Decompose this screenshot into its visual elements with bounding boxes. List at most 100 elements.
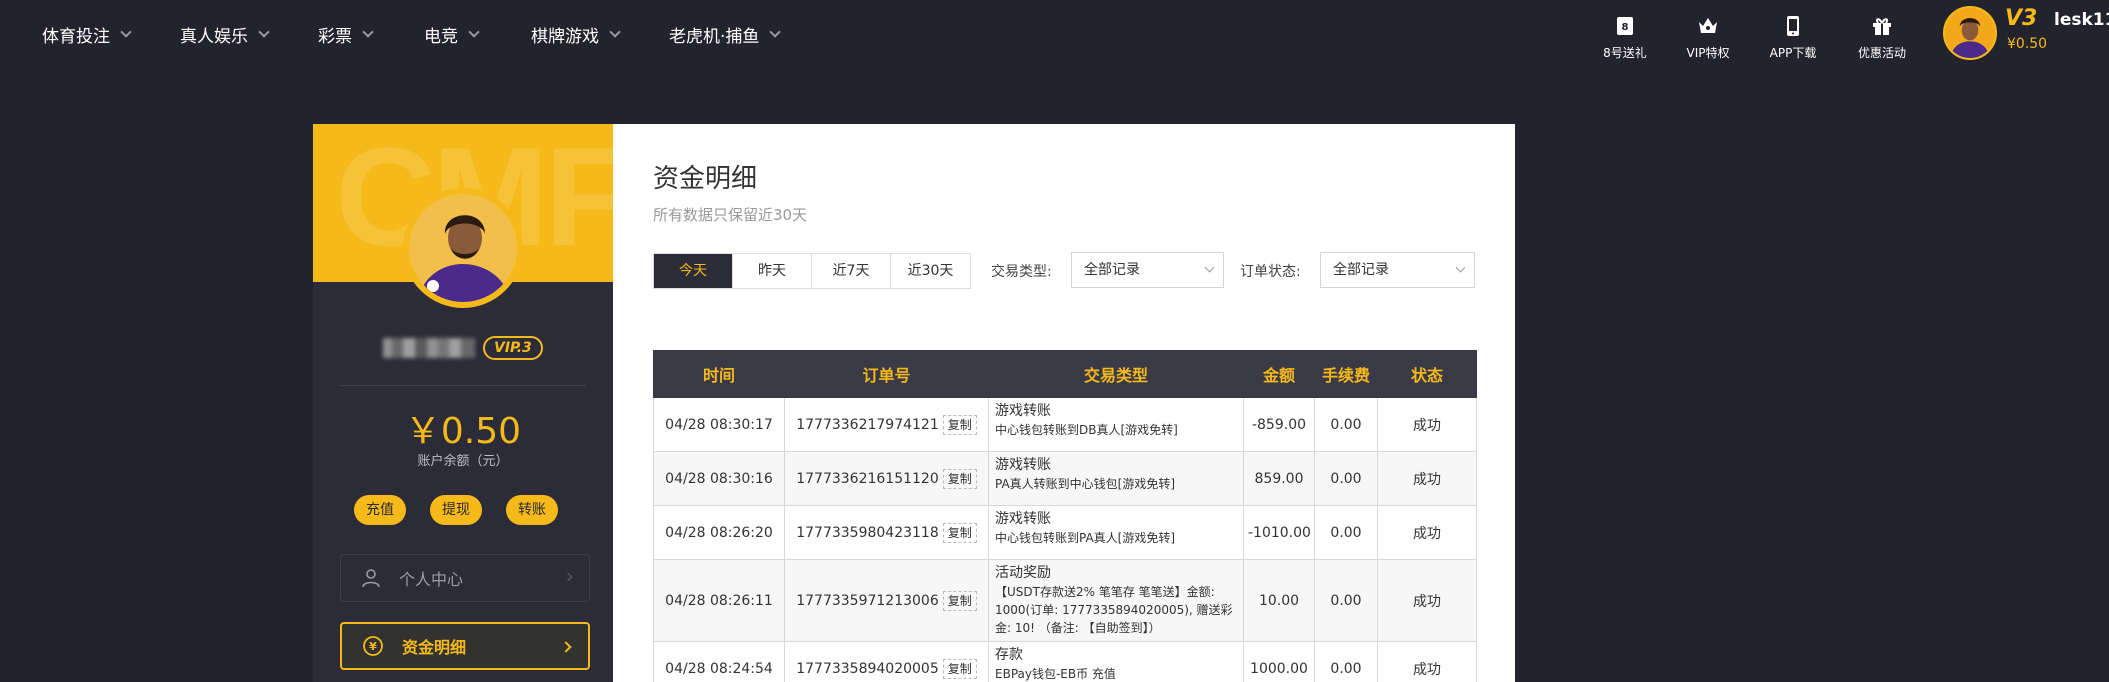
chevron-right-icon [560,641,572,653]
transaction-type-select[interactable]: 全部记录 [1071,252,1224,288]
cell-fee: 0.00 [1314,505,1378,560]
order-number: 1777336217974121 [796,416,939,433]
header-username[interactable]: lesk11 [2054,10,2109,30]
util-vip[interactable]: VIP特权 [1663,14,1753,61]
cell-time: 04/28 08:30:16 [653,451,785,506]
table-row: 04/28 08:26:11 1777335971213006 复制 活动奖励 【U… [653,559,1477,642]
nav-label: 老虎机·捕鱼 [669,27,760,47]
tab-today[interactable]: 今天 [654,254,733,288]
menu-label: 个人中心 [399,570,464,589]
svg-text:¥: ¥ [369,640,377,653]
status-badge: 成功 [1377,559,1477,642]
transfer-button[interactable]: 转账 [506,495,558,525]
nav-esports[interactable]: 电竞 [424,22,480,47]
copy-button[interactable]: 复制 [942,468,977,489]
copy-button[interactable]: 复制 [942,414,977,435]
tab-last-7-days[interactable]: 近7天 [812,254,891,288]
deposit-button[interactable]: 充值 [354,495,406,525]
util-gift-8[interactable]: 8 8号送礼 [1580,14,1670,61]
nav-label: 真人娱乐 [180,27,248,47]
column-header: 金额 [1243,350,1315,398]
nav-slots-fishing[interactable]: 老虎机·捕鱼 [669,22,782,47]
type-detail: 【USDT存款送2% 笔笔存 笔笔送】金额: 1000(订单: 17773358… [995,585,1233,635]
tab-last-30-days[interactable]: 近30天 [891,254,970,288]
transaction-type-label: 交易类型: [991,264,1052,280]
column-header: 手续费 [1314,350,1378,398]
copy-button[interactable]: 复制 [942,590,977,611]
nav-live-casino[interactable]: 真人娱乐 [180,22,270,47]
order-status-label: 订单状态: [1240,264,1301,280]
nav-card-games[interactable]: 棋牌游戏 [531,22,621,47]
table-row: 04/28 08:26:20 1777335980423118 复制 游戏转账 中心… [653,505,1477,560]
cell-fee: 0.00 [1314,641,1378,682]
chevron-down-icon [1204,262,1215,273]
blurred-username [383,338,475,358]
type-name: 游戏转账 [995,403,1051,419]
util-label: APP下载 [1769,46,1817,60]
cell-fee: 0.00 [1314,559,1378,642]
account-balance: ￥0.50 [404,411,522,452]
nav-label: 棋牌游戏 [531,27,599,47]
type-name: 游戏转账 [995,457,1051,473]
cell-amount: 1000.00 [1243,641,1315,682]
order-number: 1777335894020005 [796,660,939,677]
util-label: VIP特权 [1686,46,1730,60]
chevron-down-icon [120,26,132,38]
date-range-tabs: 今天 昨天 近7天 近30天 [653,253,971,289]
chevron-down-icon [362,26,374,38]
column-header: 订单号 [784,350,989,398]
menu-label: 资金明细 [402,638,467,657]
crown-icon [1699,18,1717,33]
util-label: 优惠活动 [1857,46,1906,60]
header-balance: ¥0.50 [2007,36,2048,52]
order-status-select[interactable]: 全部记录 [1320,252,1475,288]
page-subtitle: 所有数据只保留近30天 [653,206,808,224]
table-row: 04/28 08:24:54 1777335894020005 复制 存款 EBPa… [653,641,1477,682]
menu-personal-center[interactable]: 个人中心 [340,554,590,602]
cell-order: 1777335980423118 复制 [784,505,989,560]
withdraw-button[interactable]: 提现 [430,495,482,525]
coin-icon: ¥ [363,636,383,656]
cell-fee: 0.00 [1314,397,1378,452]
order-number: 1777336216151120 [796,470,939,487]
chevron-down-icon [1455,262,1466,273]
column-header: 时间 [653,350,785,398]
copy-button[interactable]: 复制 [942,522,977,543]
order-number: 1777335980423118 [796,524,939,541]
type-detail: EBPay钱包-EB币 充值 [995,667,1116,681]
top-navigation: 体育投注 真人娱乐 彩票 电竞 棋牌游戏 老虎机·捕鱼 8 8号送礼 VIP特权… [0,0,2109,70]
status-badge: 成功 [1377,451,1477,506]
gift-icon [1873,18,1891,35]
nav-sports[interactable]: 体育投注 [42,22,132,47]
nav-lottery[interactable]: 彩票 [318,22,374,47]
copy-button[interactable]: 复制 [942,658,977,679]
table-row: 04/28 08:30:16 1777336216151120 复制 游戏转账 PA… [653,451,1477,506]
cell-time: 04/28 08:26:11 [653,559,785,642]
cell-time: 04/28 08:24:54 [653,641,785,682]
cell-amount: -1010.00 [1243,505,1315,560]
player-avatar-icon [409,194,517,302]
util-app-download[interactable]: APP下载 [1748,14,1838,61]
chevron-down-icon [769,26,782,38]
user-icon [362,569,380,588]
type-detail: 中心钱包转账到PA真人[游戏免转] [995,531,1176,545]
tab-yesterday[interactable]: 昨天 [733,254,812,288]
util-promotions[interactable]: 优惠活动 [1837,14,1927,61]
menu-fund-details[interactable]: ¥ 资金明细 [340,622,590,670]
avatar[interactable] [1943,6,1997,60]
util-label: 8号送礼 [1603,46,1647,60]
type-name: 活动奖励 [995,565,1051,581]
chevron-down-icon [468,26,480,38]
cell-amount: 10.00 [1243,559,1315,642]
cell-time: 04/28 08:26:20 [653,505,785,560]
cell-type: 游戏转账 中心钱包转账到DB真人[游戏免转] [988,397,1244,452]
column-header: 状态 [1377,350,1477,398]
vip-badge: VIP.3 [483,336,543,360]
status-badge: 成功 [1377,397,1477,452]
table-row: 04/28 08:30:17 1777336217974121 复制 游戏转账 中心… [653,397,1477,452]
status-badge: 成功 [1377,505,1477,560]
type-name: 存款 [995,647,1023,663]
type-detail: PA真人转账到中心钱包[游戏免转] [995,477,1176,491]
ticket-icon: 8 [1617,17,1633,35]
cell-amount: 859.00 [1243,451,1315,506]
